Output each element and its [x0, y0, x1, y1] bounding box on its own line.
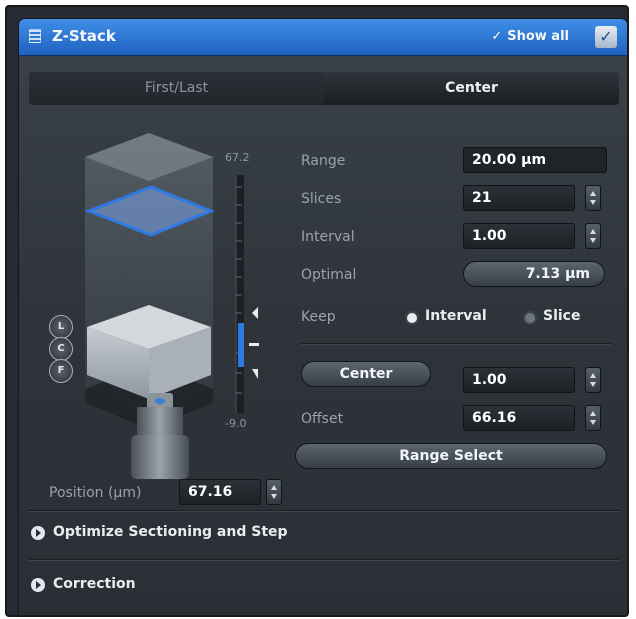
range-select-button[interactable]: Range Select	[295, 443, 607, 469]
panel-titlebar[interactable]: Z-Stack ✓ Show all ✓	[19, 19, 627, 56]
interval-stepper[interactable]	[585, 223, 601, 249]
keep-slice-label[interactable]: Slice	[543, 308, 580, 324]
tab-center[interactable]: Center	[324, 72, 619, 105]
range-label: Range	[301, 153, 346, 169]
tab-first-last[interactable]: First/Last	[29, 72, 324, 105]
scale-top-label: 67.2	[225, 151, 250, 164]
center-input[interactable]: 1.00	[463, 367, 575, 393]
offset-input[interactable]: 66.16	[463, 405, 575, 431]
zstack-visualization[interactable]	[39, 123, 279, 489]
center-button[interactable]: Center	[301, 361, 431, 387]
position-label: Position (µm)	[49, 485, 142, 501]
keep-interval-label[interactable]: Interval	[425, 308, 487, 324]
range-top-handle[interactable]	[252, 307, 258, 319]
checkmark-icon: ✓	[491, 29, 503, 44]
range-indicator[interactable]	[238, 323, 244, 367]
objective-body	[131, 435, 189, 479]
zstack-panel: Z-Stack ✓ Show all ✓ First/Last Center 6…	[19, 19, 627, 615]
offset-label: Offset	[301, 411, 344, 427]
interval-label: Interval	[301, 229, 355, 245]
panel-config-icon[interactable]: ✓	[595, 26, 617, 48]
divider	[301, 343, 611, 344]
mode-tabs: First/Last Center	[29, 72, 619, 105]
section-optimize-sectioning[interactable]: Optimize Sectioning and Step	[19, 513, 627, 553]
section-title: Optimize Sectioning and Step	[53, 524, 288, 540]
position-input[interactable]: 67.16	[179, 479, 261, 505]
center-handle[interactable]	[249, 343, 259, 346]
optimal-label: Optimal	[301, 267, 357, 283]
expand-arrow-icon[interactable]	[31, 526, 45, 540]
center-stepper[interactable]	[585, 367, 601, 393]
window-frame: Z-Stack ✓ Show all ✓ First/Last Center 6…	[5, 5, 629, 617]
range-value: 20.00 µm	[463, 147, 607, 173]
range-bottom-handle[interactable]	[252, 369, 258, 379]
section-divider	[29, 510, 619, 511]
keep-slice-radio[interactable]	[525, 313, 535, 323]
offset-stepper[interactable]	[585, 405, 601, 431]
panel-grip-icon[interactable]	[29, 29, 41, 43]
show-all-toggle[interactable]: ✓ Show all	[491, 29, 569, 44]
show-all-label: Show all	[507, 29, 569, 44]
marker-first-button[interactable]: F	[49, 359, 73, 383]
marker-center-button[interactable]: C	[49, 337, 73, 361]
objective-ring	[137, 407, 183, 437]
interval-input[interactable]: 1.00	[463, 223, 575, 249]
keep-label: Keep	[301, 309, 336, 325]
section-divider	[29, 559, 619, 560]
keep-interval-radio[interactable]	[407, 313, 417, 323]
optimal-button[interactable]: 7.13 µm	[463, 261, 605, 287]
marker-last-button[interactable]: L	[49, 315, 73, 339]
section-correction[interactable]: Correction	[19, 565, 627, 605]
section-title: Correction	[53, 576, 136, 592]
slices-label: Slices	[301, 191, 342, 207]
expand-arrow-icon[interactable]	[31, 578, 45, 592]
panel-title: Z-Stack	[52, 27, 116, 45]
objective-lens-icon	[155, 398, 165, 404]
slices-stepper[interactable]	[585, 185, 601, 211]
scale-bottom-label: -9.0	[225, 417, 247, 430]
position-scale[interactable]	[236, 175, 244, 413]
position-stepper[interactable]	[266, 479, 282, 505]
slices-input[interactable]: 21	[463, 185, 575, 211]
